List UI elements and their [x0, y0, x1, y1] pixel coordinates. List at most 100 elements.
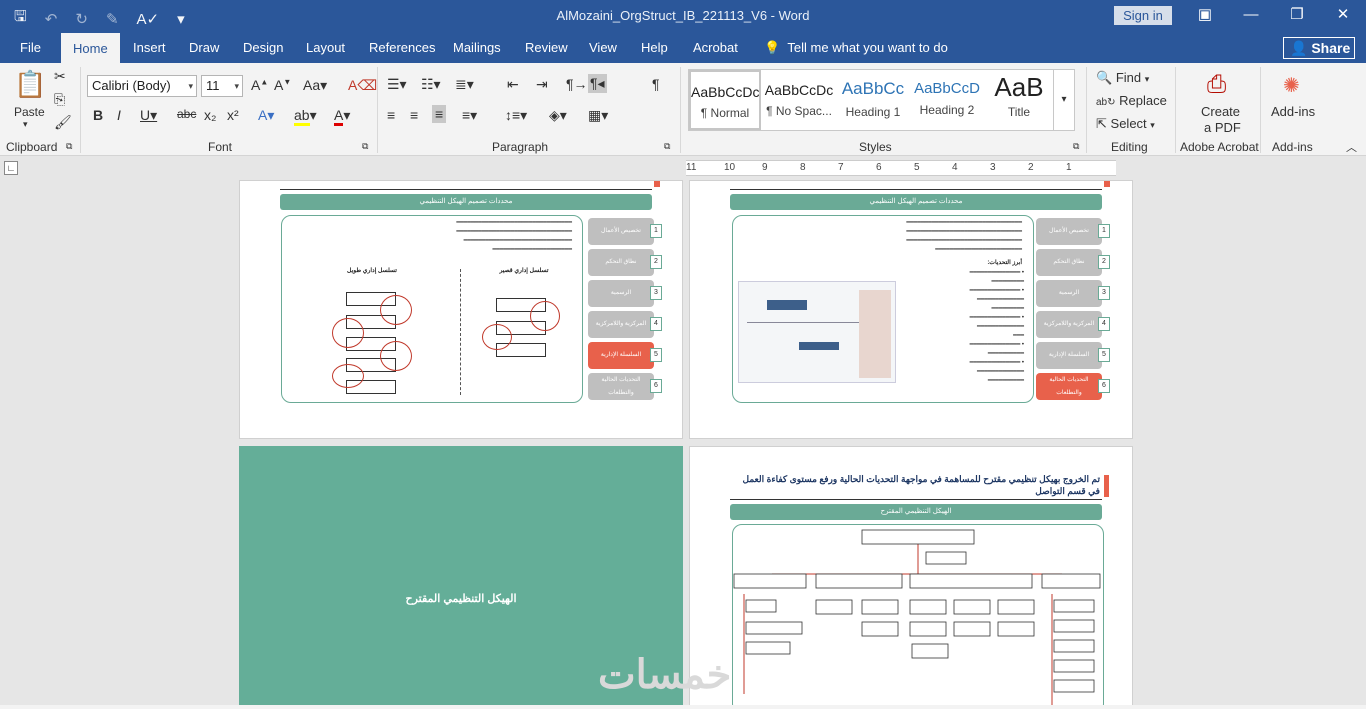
- subscript-icon[interactable]: x₂: [204, 107, 216, 123]
- select-label: Select: [1110, 116, 1147, 131]
- tab-mailings[interactable]: Mailings: [453, 32, 501, 63]
- paste-dropdown-icon[interactable]: ▾: [23, 119, 28, 130]
- group-clipboard-label: Clipboard: [6, 140, 58, 154]
- style-heading-2[interactable]: AaBbCcD Heading 2: [911, 70, 983, 130]
- tab-draw[interactable]: Draw: [189, 32, 219, 63]
- paste-label[interactable]: Paste: [14, 105, 45, 119]
- ribbon-tabs: File Home Insert Draw Design Layout Refe…: [0, 32, 1366, 75]
- save-icon[interactable]: 🖫: [14, 6, 27, 31]
- tab-file[interactable]: File: [20, 32, 41, 63]
- format-painter-icon[interactable]: 🖌: [54, 114, 72, 131]
- grow-font-icon[interactable]: A▲: [251, 77, 268, 93]
- align-right-icon[interactable]: ≡: [432, 105, 447, 123]
- styles-launcher-icon[interactable]: ⧉: [1073, 141, 1079, 152]
- multilevel-list-icon[interactable]: ≣▾: [455, 76, 474, 93]
- font-size-combo[interactable]: 11 ▾: [201, 75, 243, 97]
- decrease-indent-icon[interactable]: ⇤: [507, 76, 519, 93]
- tab-insert[interactable]: Insert: [133, 32, 166, 63]
- style-no-spacing[interactable]: AaBbCcDc ¶ No Spac...: [763, 70, 835, 130]
- add-ins-button[interactable]: Add-ins: [1271, 104, 1315, 119]
- chain-short-label: تسلسل إداري قصير: [499, 268, 549, 274]
- replace-button[interactable]: ab↻ Replace: [1096, 93, 1167, 108]
- replace-icon: ab↻: [1096, 97, 1116, 108]
- change-case-icon[interactable]: Aa▾: [303, 77, 327, 94]
- divider: [377, 67, 378, 153]
- superscript-icon[interactable]: x²: [227, 107, 239, 123]
- style-name: ¶ No Spac...: [766, 104, 832, 118]
- redo-icon[interactable]: ↻: [75, 10, 88, 28]
- clear-formatting-icon[interactable]: A⌫: [348, 77, 377, 94]
- group-styles-label: Styles: [859, 140, 892, 154]
- italic-icon[interactable]: I: [117, 107, 121, 123]
- tab-references[interactable]: References: [369, 32, 435, 63]
- bold-icon[interactable]: B: [93, 107, 103, 123]
- borders-icon[interactable]: ▦▾: [588, 107, 608, 124]
- style-heading-1[interactable]: AaBbCc Heading 1: [837, 70, 909, 130]
- tab-design[interactable]: Design: [243, 32, 283, 63]
- paste-icon[interactable]: 📋: [14, 69, 46, 100]
- create-pdf-label-2[interactable]: a PDF: [1204, 120, 1241, 135]
- restore-icon[interactable]: ❐: [1274, 0, 1320, 32]
- tab-help[interactable]: Help: [641, 32, 668, 63]
- share-label: Share: [1311, 40, 1351, 56]
- chain-arc: [530, 301, 560, 331]
- collapse-ribbon-icon[interactable]: ︿: [1346, 139, 1357, 155]
- cut-icon[interactable]: ✂: [54, 68, 66, 85]
- increase-indent-icon[interactable]: ⇥: [536, 76, 548, 93]
- share-button[interactable]: 👤 Share ▾: [1283, 37, 1355, 75]
- underline-icon[interactable]: U▾: [140, 107, 157, 124]
- style-normal[interactable]: AaBbCcDc ¶ Normal: [689, 70, 761, 130]
- font-name-combo[interactable]: Calibri (Body) ▾: [87, 75, 197, 97]
- tab-acrobat[interactable]: Acrobat: [693, 32, 738, 63]
- divider: [1260, 67, 1261, 153]
- line-spacing-icon[interactable]: ↕≡▾: [505, 107, 527, 124]
- ribbon-display-icon[interactable]: ▣: [1182, 0, 1228, 32]
- copy-icon[interactable]: ⎘: [54, 91, 65, 108]
- style-preview: AaBbCcD: [914, 80, 980, 97]
- text-effects-icon[interactable]: A▾: [258, 107, 274, 124]
- align-left-icon[interactable]: ≡: [387, 107, 395, 123]
- highlight-icon[interactable]: ab▾: [294, 107, 317, 126]
- clipboard-launcher-icon[interactable]: ⧉: [66, 141, 72, 152]
- minimize-icon[interactable]: —: [1228, 0, 1274, 32]
- tab-home[interactable]: Home: [61, 32, 120, 63]
- shading-icon[interactable]: ◈▾: [549, 107, 567, 124]
- select-button[interactable]: ⇱ Select ▾: [1096, 116, 1155, 132]
- shrink-font-icon[interactable]: A▼: [274, 77, 291, 93]
- chevron-down-icon: ▾: [234, 81, 239, 91]
- lightbulb-icon: 💡: [764, 40, 781, 55]
- tell-me-search[interactable]: 💡 Tell me what you want to do: [764, 32, 948, 63]
- horizontal-ruler[interactable]: 11 10 9 8 7 6 5 4 3 2 1: [686, 160, 1116, 176]
- tab-view[interactable]: View: [589, 32, 617, 63]
- create-pdf-label[interactable]: Create: [1201, 104, 1240, 119]
- rtl-direction-icon[interactable]: ¶◂: [588, 74, 607, 93]
- justify-icon[interactable]: ≡▾: [462, 107, 477, 124]
- numbering-icon[interactable]: ☷▾: [421, 76, 441, 93]
- style-title[interactable]: AaB Title: [983, 70, 1055, 130]
- tab-selector[interactable]: ∟: [4, 161, 18, 175]
- font-color-icon[interactable]: A▾: [334, 107, 350, 126]
- show-formatting-icon[interactable]: ¶: [652, 76, 660, 92]
- item-number: 1: [1098, 224, 1110, 238]
- spelling-icon[interactable]: A✓: [137, 10, 160, 28]
- font-launcher-icon[interactable]: ⧉: [362, 141, 368, 152]
- ltr-direction-icon[interactable]: ¶→: [566, 76, 588, 92]
- tab-review[interactable]: Review: [525, 32, 568, 63]
- paragraph-launcher-icon[interactable]: ⧉: [664, 141, 670, 152]
- share-icon: 👤: [1290, 40, 1308, 56]
- add-ins-icon[interactable]: ✺: [1283, 73, 1300, 98]
- format-painter-qat-icon[interactable]: ✎: [106, 10, 119, 28]
- bullets-icon[interactable]: ☰▾: [387, 76, 407, 93]
- undo-icon[interactable]: ↶: [45, 10, 58, 28]
- sign-in-button[interactable]: Sign in: [1114, 6, 1172, 25]
- close-icon[interactable]: ✕: [1320, 0, 1366, 32]
- cursor-icon: ⇱: [1096, 116, 1107, 131]
- find-button[interactable]: 🔍 Find ▾: [1096, 70, 1149, 86]
- align-center-icon[interactable]: ≡: [410, 107, 418, 123]
- customize-qat-icon[interactable]: ▾: [177, 10, 185, 28]
- section-header: محددات تصميم الهيكل التنظيمي: [280, 194, 652, 210]
- styles-more-icon[interactable]: ▾: [1053, 69, 1075, 131]
- strikethrough-icon[interactable]: abc: [177, 107, 196, 121]
- tab-layout[interactable]: Layout: [306, 32, 345, 63]
- create-pdf-icon[interactable]: ⎙: [1207, 71, 1226, 99]
